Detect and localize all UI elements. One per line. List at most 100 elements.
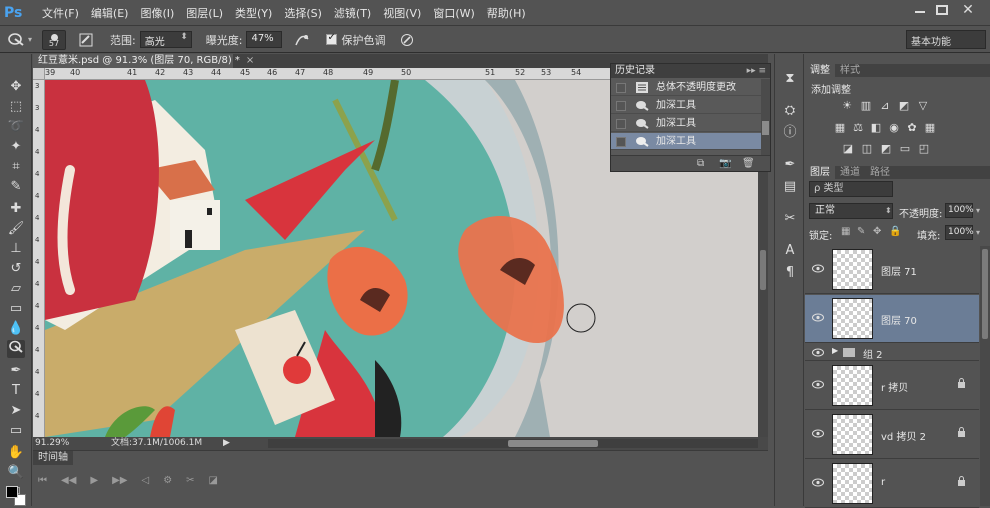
chevron-down-icon[interactable]: ▾ (976, 206, 980, 215)
shape-tool-icon[interactable]: ▭ (7, 422, 25, 440)
scroll-thumb[interactable] (982, 249, 988, 339)
eye-icon[interactable] (812, 478, 824, 487)
character-panel-icon[interactable]: A (781, 242, 799, 260)
settings-icon[interactable]: ⚙ (163, 475, 172, 486)
channel-mixer-icon[interactable]: ✿ (905, 122, 919, 134)
airbrush-icon[interactable] (292, 31, 312, 49)
close-button[interactable]: ✕ (960, 3, 976, 17)
menu-layer[interactable]: 图层(L) (180, 5, 229, 21)
black-white-icon[interactable]: ◧ (869, 122, 883, 134)
photo-filter-icon[interactable]: ◉ (887, 122, 901, 134)
burn-tool-preset-icon[interactable] (6, 31, 26, 49)
clone-stamp-tool-icon[interactable]: ⊥ (7, 240, 25, 258)
foreground-color-swatch[interactable] (6, 486, 18, 498)
workspace-select[interactable]: 基本功能 (906, 30, 986, 49)
lock-position-icon[interactable]: ✥ (873, 226, 881, 237)
fill-input[interactable]: 100% (945, 225, 974, 240)
properties-icon[interactable]: ⛭ (781, 102, 799, 120)
invert-icon[interactable]: ◪ (841, 143, 855, 155)
tab-styles[interactable]: 样式 (835, 64, 865, 77)
exposure-input[interactable]: 47% (246, 31, 283, 48)
layer-row[interactable]: 图层 71 (805, 246, 979, 294)
brush-panel-icon[interactable] (76, 31, 96, 49)
levels-icon[interactable]: ▥ (859, 100, 873, 112)
pressure-icon[interactable] (397, 31, 417, 49)
history-item[interactable]: 加深工具 (611, 97, 761, 114)
lock-transparency-icon[interactable]: ▦ (841, 226, 850, 237)
canvas-horizontal-scrollbar[interactable] (268, 439, 758, 448)
minimize-button[interactable] (912, 4, 928, 16)
first-frame-icon[interactable]: ⏮ (38, 475, 47, 486)
menu-window[interactable]: 窗口(W) (427, 5, 480, 21)
scissors-icon[interactable]: ✂ (186, 475, 194, 486)
info-icon[interactable]: ⓘ (781, 124, 799, 142)
scroll-thumb[interactable] (508, 440, 598, 447)
document-info[interactable]: 文档:37.1M/1006.1M (111, 437, 202, 450)
history-panel-header[interactable]: 历史记录 ▸▸ ≡ (611, 64, 770, 78)
history-panel-icon[interactable]: ⧗ (781, 70, 799, 88)
history-item[interactable]: 总体不透明度更改 (611, 79, 761, 96)
vertical-ruler[interactable]: 3 3 4 4 4 4 4 4 4 4 4 4 4 4 4 4 (33, 80, 45, 437)
layer-row[interactable]: vd 拷贝 2 (805, 411, 979, 459)
tab-channels[interactable]: 通道 (835, 166, 865, 179)
menu-type[interactable]: 类型(Y) (229, 5, 278, 21)
previous-frame-icon[interactable]: ◀◀ (61, 475, 76, 486)
history-scrollbar[interactable] (761, 79, 770, 155)
new-document-from-state-icon[interactable]: ⧉ (697, 158, 704, 169)
brush-presets-icon[interactable]: ✒ (781, 156, 799, 174)
selective-color-icon[interactable]: ◰ (917, 143, 931, 155)
menu-view[interactable]: 视图(V) (377, 5, 427, 21)
magic-wand-tool-icon[interactable]: ✦ (7, 138, 25, 156)
blend-mode-select[interactable]: 正常 (809, 203, 893, 219)
color-lookup-icon[interactable]: ▦ (923, 122, 937, 134)
history-item[interactable]: 加深工具 (611, 115, 761, 132)
posterize-icon[interactable]: ◫ (860, 143, 874, 155)
threshold-icon[interactable]: ◩ (879, 143, 893, 155)
eye-icon[interactable] (812, 380, 824, 389)
curves-icon[interactable]: ⊿ (878, 100, 892, 112)
blur-tool-icon[interactable]: 💧 (7, 320, 25, 338)
ruler-corner[interactable] (33, 68, 45, 80)
menu-help[interactable]: 帮助(H) (481, 5, 532, 21)
zoom-level[interactable]: 91.29% (35, 437, 69, 450)
tab-layers[interactable]: 图层 (805, 166, 835, 179)
crop-tool-icon[interactable]: ⌗ (7, 158, 25, 176)
next-frame-icon[interactable]: ▶▶ (112, 475, 127, 486)
layer-filter-select[interactable]: ρ 类型 (809, 181, 893, 197)
move-tool-icon[interactable]: ✥ (7, 78, 25, 96)
camera-icon[interactable]: 📷 (719, 158, 731, 169)
eyedropper-tool-icon[interactable]: ✎ (7, 178, 25, 196)
trash-icon[interactable]: 🗑 (742, 158, 755, 169)
layers-scrollbar[interactable] (980, 246, 990, 506)
healing-brush-tool-icon[interactable]: ✚ (7, 200, 25, 218)
play-icon[interactable]: ▶ (90, 475, 98, 486)
marquee-tool-icon[interactable]: ⬚ (7, 98, 25, 116)
menu-filter[interactable]: 滤镜(T) (328, 5, 377, 21)
chevron-down-icon[interactable]: ▾ (976, 228, 980, 237)
gradient-map-icon[interactable]: ▭ (898, 143, 912, 155)
brush-size-picker[interactable]: 57 (42, 29, 67, 50)
menu-edit[interactable]: 编辑(E) (85, 5, 135, 21)
close-tab-icon[interactable]: × (246, 55, 254, 66)
menu-image[interactable]: 图像(I) (134, 5, 180, 21)
brightness-icon[interactable]: ☀ (840, 100, 854, 112)
eye-icon[interactable] (812, 348, 824, 357)
eye-icon[interactable] (812, 313, 824, 322)
expand-triangle-icon[interactable]: ▶ (832, 346, 838, 355)
tab-adjustments[interactable]: 调整 (805, 64, 835, 77)
eye-icon[interactable] (812, 429, 824, 438)
opacity-input[interactable]: 100% (945, 203, 974, 218)
scroll-thumb[interactable] (760, 250, 766, 290)
timeline-tab[interactable]: 时间轴 (33, 451, 73, 465)
history-item-selected[interactable]: 加深工具 (611, 133, 761, 150)
path-selection-tool-icon[interactable]: ➤ (7, 402, 25, 420)
brush-tool-icon[interactable]: 🖌 (7, 220, 25, 238)
maximize-button[interactable] (936, 5, 948, 15)
hand-tool-icon[interactable]: ✋ (7, 444, 25, 462)
vibrance-icon[interactable]: ▽ (916, 100, 930, 112)
layer-row[interactable]: r (805, 460, 979, 508)
status-menu-arrow-icon[interactable]: ▶ (223, 437, 230, 450)
brush-settings-icon[interactable]: ▤ (781, 178, 799, 196)
document-tab[interactable]: 红豆薏米.psd @ 91.3% (图层 70, RGB/8) * × (33, 54, 254, 68)
zoom-tool-icon[interactable]: 🔍 (7, 464, 25, 482)
